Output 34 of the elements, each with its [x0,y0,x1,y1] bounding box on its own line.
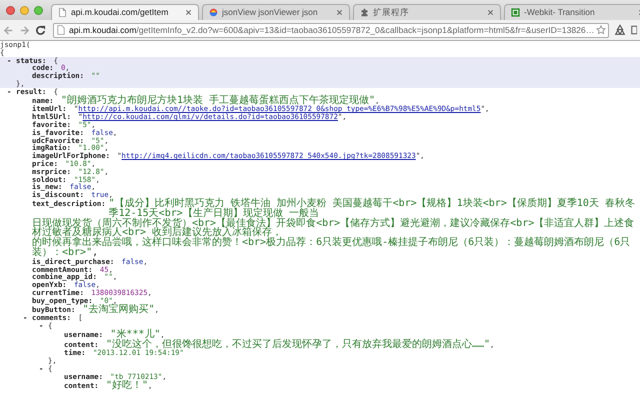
string-value: "好吃！" [106,380,148,391]
extension-icon[interactable] [631,24,637,36]
string-value: "朗姆酒巧克力布朗尼方块1块装 手工蔓越莓蛋糕西点下午茶现定现做" [60,94,376,106]
browser-tab[interactable]: 扩展程序 [353,4,501,20]
url-path: /getItemInfo_v2.do?w=600&apiv=13&id=taobao36105597872_0&callback=jsonp1&platform=html5&fr=&userID=13826… [136,25,594,35]
string-value: "【成分】比利时黑巧克力 铁塔牛油 加州小麦粉 美国蔓越莓干<br>【规格】1块装<br>【保质期】夏季10天 春秋冬季12-15天<br>【生产日期】现定现做 一般当 [108,198,636,219]
back-arrow-icon[interactable] [3,24,14,36]
string-value: "米***儿" [110,328,160,340]
tab-title: api.m.koudai.com/getItem [71,7,170,18]
close-icon[interactable] [336,9,343,16]
tab-title: 扩展程序 [373,7,410,18]
browser-tab[interactable]: jsonView jsonViewer json [202,4,350,20]
string-value: 的时候再拿出来品尝哦，这样口味会非常的赞！<br>极力品荐：6只装更优惠哦-榛挂提子布朗尼（6只装）：蔓越莓朗姆酒布朗尼（6只装）：<br>", [32,238,632,258]
tab-title: jsonView jsonViewer json [222,7,319,18]
address-bar[interactable]: api.m.koudai.com/getItemInfo_v2.do?w=600&apiv=13&id=taobao36105597872_0&callback=jsonp1&platform=html5&fr=&userID=13826… [53,22,609,38]
reload-icon[interactable] [35,24,46,36]
close-icon[interactable] [487,9,494,16]
browser-tab[interactable]: api.m.koudai.com/getItem [51,4,199,20]
rainbow-circle-icon [209,8,218,17]
string-value: "去淘宝网购买" [82,304,155,314]
string-value: "没吃这个，但很馋很想吃，不过买了后发现怀孕了，只有放弃我最爱的朗姆酒点心……" [106,338,490,350]
zoom-window-button[interactable] [34,6,43,14]
star-icon[interactable] [594,25,606,35]
close-icon[interactable] [185,9,192,16]
tab-title: -Webkit- Transition [524,7,596,18]
close-window-button[interactable] [6,6,15,14]
page-icon [57,25,65,35]
browser-tab[interactable]: -Webkit- Transition [504,4,640,20]
recycle-icon[interactable] [614,24,626,36]
url-host: api.m.koudai.com [69,25,136,35]
page-icon [58,8,67,17]
puzzle-icon [360,8,369,17]
square-logo-icon [511,8,520,17]
forward-arrow-icon[interactable] [19,24,30,36]
